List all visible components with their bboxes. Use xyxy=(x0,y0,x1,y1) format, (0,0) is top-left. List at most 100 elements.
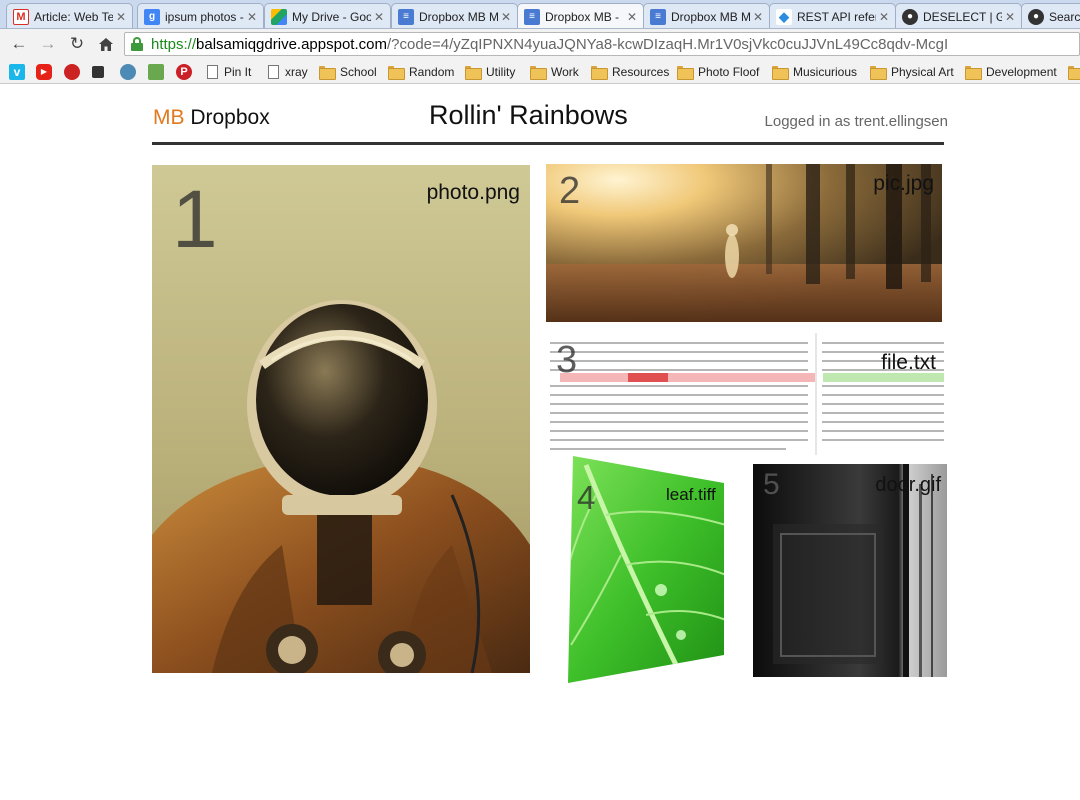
youtube-icon: ▶ xyxy=(36,63,52,80)
address-bar[interactable]: https://balsamiqgdrive.appspot.com/?code… xyxy=(124,32,1080,56)
bookmark-label: Random xyxy=(409,64,455,79)
bookmark-label: Pin It xyxy=(224,64,252,79)
close-icon[interactable]: ✕ xyxy=(627,10,637,24)
bookmark-label: Work xyxy=(551,64,579,79)
bookmark-folder-musicurious[interactable]: Musicurious xyxy=(772,63,857,80)
bookmark-folder-school[interactable]: School xyxy=(319,63,377,80)
chart-app-icon xyxy=(148,63,164,80)
file-number: 3 xyxy=(556,339,578,381)
bookmark-folder-overflow[interactable] xyxy=(1068,63,1080,80)
reload-icon[interactable]: ↻ xyxy=(66,33,88,55)
app-logo[interactable]: MB Dropbox xyxy=(153,106,270,130)
browser-toolbar: ← → ↻ https://balsamiqgdrive.appspot.com… xyxy=(0,29,1080,59)
browser-tab-ipsum[interactable]: g ipsum photos - ✕ xyxy=(137,3,264,28)
close-icon[interactable]: ✕ xyxy=(1005,10,1015,24)
gmail-icon: M xyxy=(13,8,29,25)
bookmark-folder-development[interactable]: Development xyxy=(965,63,1057,80)
file-name: door.gif xyxy=(875,474,941,496)
logo-accent: MB xyxy=(153,106,185,129)
google-icon: g xyxy=(144,8,160,25)
docs-icon: ≡ xyxy=(398,8,414,25)
bookmark-lastfm[interactable] xyxy=(64,63,85,80)
file-tile-pic[interactable]: 2 pic.jpg xyxy=(546,164,942,322)
folder-icon xyxy=(591,65,608,80)
url-path: /?code=4/yZqIPNXN4yuaJQNYa8-kcwDIzaqH.Mr… xyxy=(386,35,949,53)
page-icon xyxy=(207,64,218,79)
lock-icon xyxy=(131,37,143,51)
browser-tab-deselect[interactable]: ● DESELECT | Gi ✕ xyxy=(895,3,1022,28)
close-icon[interactable]: ✕ xyxy=(374,10,384,24)
bookmark-folder-resources[interactable]: Resources xyxy=(591,63,669,80)
file-tile-door[interactable]: 5 door.gif xyxy=(753,464,947,677)
home-icon[interactable] xyxy=(95,33,117,55)
file-name: file.txt xyxy=(881,351,936,374)
url-scheme: https:// xyxy=(151,35,197,53)
file-tile-photo[interactable]: 1 photo.png xyxy=(152,165,530,673)
tab-label: REST API refer xyxy=(797,9,876,24)
tab-label: Dropbox MB M xyxy=(671,9,750,24)
browser-tab-gmail[interactable]: M Article: Web Te ✕ xyxy=(6,3,133,28)
vimeo-icon: v xyxy=(9,63,25,80)
tab-label: Article: Web Te xyxy=(34,9,113,24)
file-name: leaf.tiff xyxy=(666,485,716,504)
browser-tab-dropbox-mb-1[interactable]: ≡ Dropbox MB M ✕ xyxy=(391,3,518,28)
folder-icon xyxy=(1068,65,1080,80)
browser-tab-search[interactable]: ● Search xyxy=(1021,3,1080,28)
dropbox-icon: ◆ xyxy=(776,8,792,25)
lock-app-icon xyxy=(92,65,104,78)
tab-label: DESELECT | Gi xyxy=(923,9,1002,24)
file-tile-file[interactable]: 3 file.txt xyxy=(546,333,944,455)
bookmarks-bar: v ▶ P Pin It xray School Random Utility … xyxy=(0,59,1080,84)
tab-label: Search xyxy=(1049,9,1080,24)
folder-icon xyxy=(465,65,482,80)
github-icon: ● xyxy=(902,8,918,25)
browser-tab-dropbox-mb-2[interactable]: ≡ Dropbox MB - ✕ xyxy=(517,3,644,28)
browser-tab-strip: M Article: Web Te ✕ g ipsum photos - ✕ M… xyxy=(0,0,1080,29)
file-number: 4 xyxy=(577,479,596,516)
close-icon[interactable]: ✕ xyxy=(247,10,257,24)
file-name: photo.png xyxy=(426,181,520,204)
bookmark-pinterest[interactable]: P xyxy=(176,63,197,80)
bookmark-label: Resources xyxy=(612,64,670,79)
url-host: balsamiqgdrive.appspot.com xyxy=(196,35,387,53)
file-tile-leaf[interactable]: 4 leaf.tiff xyxy=(566,455,728,685)
bookmark-xray[interactable]: xray xyxy=(268,63,308,80)
browser-tab-dropbox-mb-3[interactable]: ≡ Dropbox MB M ✕ xyxy=(643,3,770,28)
browser-tab-rest-api[interactable]: ◆ REST API refer ✕ xyxy=(769,3,896,28)
bookmark-vimeo[interactable]: v xyxy=(9,63,30,80)
browser-tab-drive[interactable]: My Drive - Goo ✕ xyxy=(264,3,391,28)
folder-icon xyxy=(772,65,789,80)
bookmark-folder-random[interactable]: Random xyxy=(388,63,454,80)
bookmark-youtube[interactable]: ▶ xyxy=(36,63,57,80)
close-icon[interactable]: ✕ xyxy=(879,10,889,24)
tab-label: Dropbox MB M xyxy=(419,9,498,24)
back-arrow-icon[interactable]: ← xyxy=(8,33,30,55)
globe-icon xyxy=(120,63,136,80)
docs-icon: ≡ xyxy=(524,8,540,25)
folder-icon xyxy=(965,65,982,80)
forward-arrow-icon[interactable]: → xyxy=(37,33,59,55)
docs-icon: ≡ xyxy=(650,8,666,25)
bookmark-folder-utility[interactable]: Utility xyxy=(465,63,515,80)
bookmark-label: Utility xyxy=(486,64,516,79)
login-status: Logged in as trent.ellingsen xyxy=(764,113,948,130)
bookmark-pin-it[interactable]: Pin It xyxy=(207,63,251,80)
tab-label: Dropbox MB - xyxy=(545,9,620,24)
bookmark-label: Musicurious xyxy=(793,64,858,79)
folder-icon xyxy=(319,65,336,80)
close-icon[interactable]: ✕ xyxy=(753,10,763,24)
bookmark-globe[interactable] xyxy=(120,63,141,80)
close-icon[interactable]: ✕ xyxy=(501,10,511,24)
bookmark-label: School xyxy=(340,64,377,79)
file-number: 5 xyxy=(763,468,780,501)
bookmark-folder-physical-art[interactable]: Physical Art xyxy=(870,63,954,80)
tab-label: ipsum photos - xyxy=(165,9,244,24)
file-number: 1 xyxy=(172,174,218,265)
bookmark-folder-work[interactable]: Work xyxy=(530,63,579,80)
page-icon xyxy=(268,64,279,79)
bookmark-folder-photo-floof[interactable]: Photo Floof xyxy=(677,63,759,80)
close-icon[interactable]: ✕ xyxy=(116,10,126,24)
bookmark-chart-app[interactable] xyxy=(148,63,169,80)
drive-icon xyxy=(271,8,287,25)
bookmark-lock-app[interactable] xyxy=(92,63,109,80)
